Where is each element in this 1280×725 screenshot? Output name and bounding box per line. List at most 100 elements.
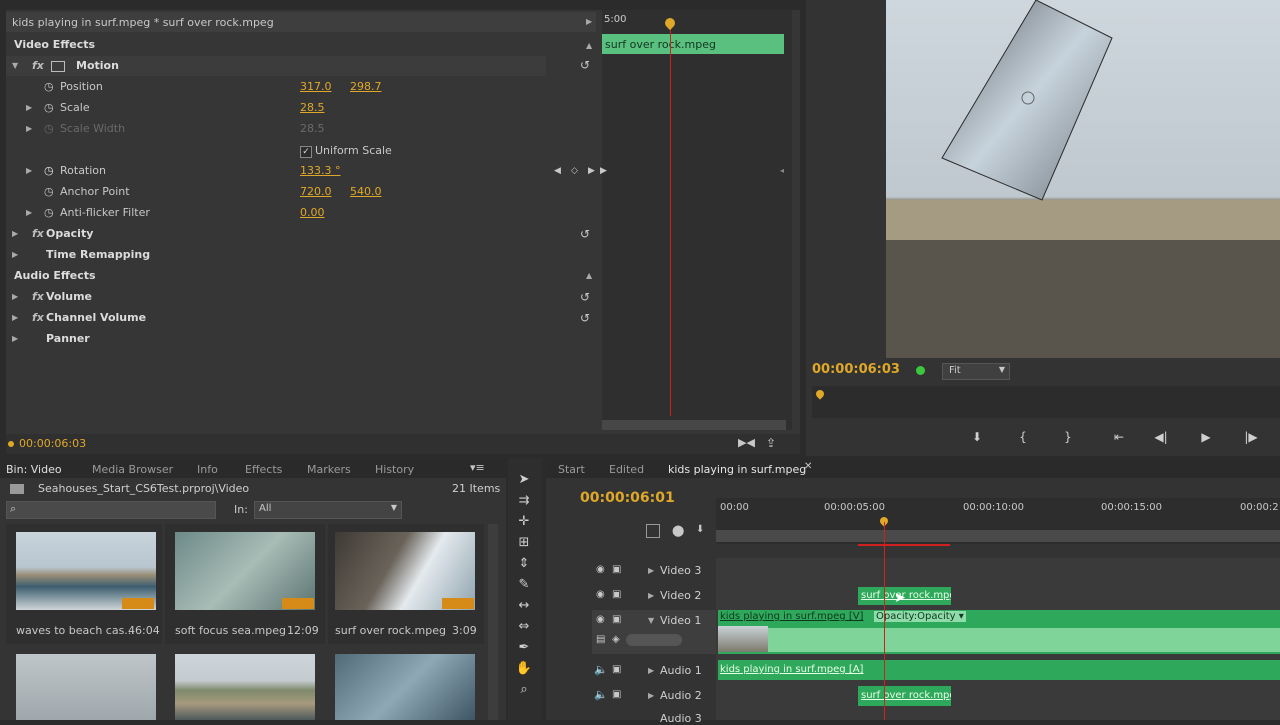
selection-tool-icon[interactable]: ➤ xyxy=(514,472,534,490)
lock-icon[interactable]: ▣ xyxy=(612,564,621,575)
reset-channel-volume-icon[interactable]: ↺ xyxy=(580,308,590,328)
export-icon[interactable]: ⇪ xyxy=(766,436,776,450)
next-keyframe-icon[interactable]: ▶ xyxy=(588,161,595,181)
zoom-tool-icon[interactable]: ⌕ xyxy=(514,682,534,700)
program-timecode[interactable]: 00:00:06:03 xyxy=(812,362,900,377)
expand-triangle-icon[interactable]: ▶ xyxy=(12,308,18,328)
tab-bin-video[interactable]: Bin: Video xyxy=(6,461,62,479)
clip-surf-over-rock-audio[interactable]: surf over rock.mpg xyxy=(858,686,951,706)
motion-row[interactable]: ▼ fx Motion xyxy=(6,56,546,76)
track-video-1[interactable]: Video 1 xyxy=(660,614,701,627)
eye-icon[interactable]: ◉ xyxy=(596,614,605,625)
track-audio-3[interactable]: Audio 3 xyxy=(660,712,702,725)
ec-playhead[interactable] xyxy=(670,20,671,416)
fx-icon[interactable]: fx xyxy=(32,56,44,76)
panel-menu-icon[interactable]: ▾≡ xyxy=(470,461,485,474)
stopwatch-icon[interactable]: ◷ xyxy=(44,77,54,97)
tab-sequence[interactable]: kids playing in surf.mpeg xyxy=(668,461,806,479)
zoom-select[interactable]: Fit ▼ xyxy=(942,363,1010,380)
add-marker-icon[interactable]: ⬇ xyxy=(696,524,704,535)
panner-row[interactable]: ▶ Panner xyxy=(6,329,596,349)
rate-stretch-tool-icon[interactable]: ⇕ xyxy=(514,556,534,574)
clip-v1-fx-label[interactable]: Opacity:Opacity ▾ xyxy=(874,611,966,622)
hand-tool-icon[interactable]: ✋ xyxy=(514,661,534,679)
add-marker-button[interactable]: ⬇ xyxy=(964,427,990,447)
clip-kids-playing-audio[interactable]: kids playing in surf.mpeg [A] xyxy=(718,660,1280,680)
speaker-icon[interactable]: 🔈 xyxy=(594,663,608,676)
add-keyframe-icon[interactable]: ◇ xyxy=(571,161,578,181)
lock-icon[interactable]: ▣ xyxy=(612,689,621,700)
slide-tool-icon[interactable]: ⇔ xyxy=(514,619,534,637)
collapse-up-icon[interactable]: ▲ xyxy=(586,41,592,50)
keyframe-marker-icon[interactable]: ▶ xyxy=(600,161,607,181)
play-audio-icon[interactable]: ▶◀ xyxy=(738,436,755,449)
expand-triangle-icon[interactable]: ▶ xyxy=(26,98,32,118)
go-to-in-button[interactable]: ⇤ xyxy=(1106,427,1132,447)
expand-triangle-icon[interactable]: ▼ xyxy=(12,56,18,76)
step-forward-button[interactable]: |▶ xyxy=(1238,427,1264,447)
display-style-icon[interactable]: ▤ xyxy=(596,634,605,645)
in-select[interactable]: All ▼ xyxy=(254,501,402,519)
expand-triangle-icon[interactable]: ▶ xyxy=(648,666,654,675)
reset-motion-icon[interactable]: ↺ xyxy=(580,58,590,72)
stopwatch-icon[interactable]: ◷ xyxy=(44,203,54,223)
track-video-2[interactable]: Video 2 xyxy=(660,589,701,602)
tab-history[interactable]: History xyxy=(375,461,414,479)
stopwatch-icon[interactable]: ◷ xyxy=(44,98,54,118)
razor-tool-icon[interactable]: ✎ xyxy=(514,577,534,595)
stopwatch-icon[interactable]: ◷ xyxy=(44,182,54,202)
eye-icon[interactable]: ◉ xyxy=(596,589,605,600)
anchor-x-value[interactable]: 720.0 xyxy=(300,182,332,202)
lock-icon[interactable]: ▣ xyxy=(612,589,621,600)
expand-triangle-icon[interactable]: ▶ xyxy=(12,224,18,244)
mark-out-button[interactable]: } xyxy=(1055,427,1081,447)
step-back-button[interactable]: ◀| xyxy=(1148,427,1174,447)
media-thumbnail[interactable] xyxy=(335,654,475,720)
position-y-value[interactable]: 298.7 xyxy=(350,77,382,97)
work-area-bar[interactable] xyxy=(716,530,1280,542)
pen-tool-icon[interactable]: ✒ xyxy=(514,640,534,658)
ec-scrollbar[interactable] xyxy=(602,420,786,430)
lock-icon[interactable]: ▣ xyxy=(612,614,621,625)
reset-volume-icon[interactable]: ↺ xyxy=(580,287,590,307)
search-input[interactable]: ⌕ xyxy=(6,501,216,519)
fx-icon[interactable]: fx xyxy=(32,308,44,328)
reset-opacity-icon[interactable]: ↺ xyxy=(580,224,590,244)
expand-triangle-icon[interactable]: ▶ xyxy=(26,203,32,223)
tab-effects[interactable]: Effects xyxy=(245,461,282,479)
track-select-tool-icon[interactable]: ⇉ xyxy=(514,493,534,511)
opacity-row[interactable]: ▶ fx Opacity ↺ xyxy=(6,224,596,244)
eye-icon[interactable]: ◉ xyxy=(596,564,605,575)
rolling-edit-tool-icon[interactable]: ⊞ xyxy=(514,535,534,553)
position-x-value[interactable]: 317.0 xyxy=(300,77,332,97)
mark-in-button[interactable]: { xyxy=(1010,427,1036,447)
scale-value[interactable]: 28.5 xyxy=(300,98,325,118)
tab-markers[interactable]: Markers xyxy=(307,461,351,479)
tab-media-browser[interactable]: Media Browser xyxy=(92,461,173,479)
stopwatch-icon[interactable]: ◷ xyxy=(44,161,54,181)
rotation-value[interactable]: 133.3 ° xyxy=(300,161,341,181)
fx-icon[interactable]: fx xyxy=(32,224,44,244)
timeline-timecode[interactable]: 00:00:06:01 xyxy=(580,490,675,506)
timeline-playhead[interactable] xyxy=(884,522,885,720)
close-tab-icon[interactable]: ✕ xyxy=(804,461,812,472)
track-audio-2[interactable]: Audio 2 xyxy=(660,689,702,702)
anchor-y-value[interactable]: 540.0 xyxy=(350,182,382,202)
expand-triangle-icon[interactable]: ▶ xyxy=(26,161,32,181)
motion-transform-icon[interactable] xyxy=(51,61,65,72)
project-scrollbar[interactable] xyxy=(488,524,498,720)
tab-start[interactable]: Start xyxy=(558,461,585,479)
play-button[interactable]: ▶ xyxy=(1193,427,1219,447)
time-remap-row[interactable]: ▶ Time Remapping xyxy=(6,245,596,265)
opacity-line[interactable] xyxy=(768,628,1280,652)
expand-triangle-icon[interactable]: ▶ xyxy=(12,329,18,349)
expand-triangle-icon[interactable]: ▶ xyxy=(12,245,18,265)
program-ruler[interactable] xyxy=(812,386,1280,418)
expand-triangle-icon[interactable]: ▶ xyxy=(12,287,18,307)
speaker-icon[interactable]: 🔈 xyxy=(594,688,608,701)
tab-info[interactable]: Info xyxy=(197,461,218,479)
antiflicker-value[interactable]: 0.00 xyxy=(300,203,325,223)
prev-keyframe-icon[interactable]: ◀ xyxy=(554,161,561,181)
channel-volume-row[interactable]: ▶ fx Channel Volume ↺ xyxy=(6,308,596,328)
program-video-frame[interactable] xyxy=(886,0,1280,358)
